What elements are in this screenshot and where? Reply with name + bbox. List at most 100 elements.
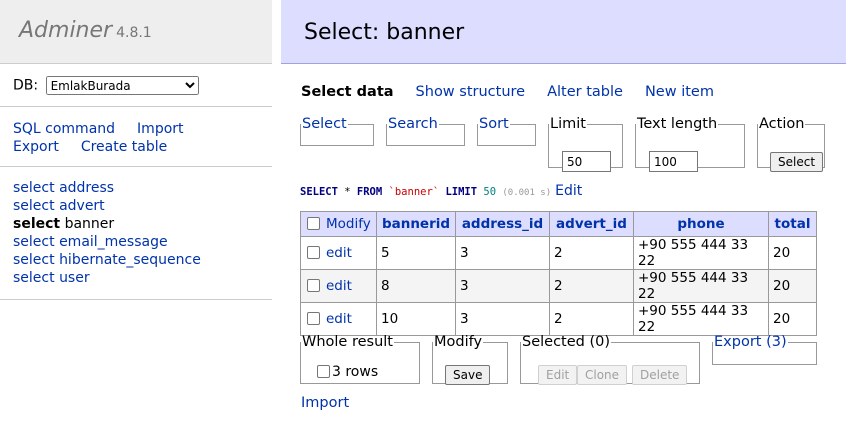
selected-fieldset: Selected (0) Edit Clone Delete (520, 334, 700, 385)
version-label: 4.8.1 (116, 25, 152, 41)
database-select[interactable]: EmlakBurada (45, 76, 199, 95)
cell-total: 20 (768, 236, 817, 270)
select-columns-link[interactable]: Select (302, 116, 347, 132)
table-name: user (59, 270, 90, 286)
modify-header: Modify (300, 211, 377, 237)
import-link[interactable]: Import (137, 121, 183, 137)
table-link-banner[interactable]: select banner (13, 215, 272, 233)
cell-bannerid: 5 (376, 236, 456, 270)
cell-advert-id: 2 (549, 236, 634, 270)
db-label: DB: (13, 77, 39, 94)
limit-input[interactable] (562, 151, 611, 172)
whole-result-checkbox[interactable] (317, 365, 330, 378)
column-link[interactable]: total (775, 216, 811, 232)
cell-total: 20 (768, 302, 817, 336)
table-link-email-message[interactable]: select email_message (13, 233, 272, 251)
modify-legend: Modify (434, 334, 483, 350)
create-table-link[interactable]: Create table (81, 139, 167, 155)
sql-keyword-limit: LIMIT (445, 186, 478, 198)
cell-phone: +90 555 444 33 22 (633, 269, 769, 303)
select-prefix: select (13, 216, 61, 232)
limit-fieldset: Limit (548, 116, 623, 172)
sort-legend: Sort (478, 116, 510, 132)
row-modify-cell: edit (300, 302, 377, 336)
column-header-phone[interactable]: phone (633, 211, 769, 237)
row-checkbox[interactable] (307, 279, 320, 292)
tab-select-data[interactable]: Select data (301, 84, 394, 100)
row-checkbox[interactable] (307, 246, 320, 259)
cell-address-id: 3 (455, 269, 550, 303)
table-row: edit 8 3 2 +90 555 444 33 22 20 (300, 269, 817, 303)
table-name: banner (64, 216, 115, 232)
sql-query: SELECT * FROM `banner` LIMIT 50 (0.001 s… (300, 183, 582, 199)
tab-alter-table[interactable]: Alter table (547, 84, 623, 100)
table-link-advert[interactable]: select advert (13, 197, 272, 215)
edit-selected-button[interactable]: Edit (538, 365, 578, 385)
text-length-fieldset: Text length (635, 116, 745, 172)
cell-phone: +90 555 444 33 22 (633, 236, 769, 270)
column-header-bannerid[interactable]: bannerid (376, 211, 456, 237)
table-name: advert (59, 198, 105, 214)
whole-result-legend: Whole result (302, 334, 393, 350)
table-link-hibernate-sequence[interactable]: select hibernate_sequence (13, 251, 272, 269)
import-data-link[interactable]: Import (301, 395, 349, 411)
text-length-legend: Text length (637, 116, 718, 132)
results-table: Modify bannerid address_id advert_id pho… (300, 211, 817, 336)
select-legend: Select (301, 116, 348, 132)
row-modify-cell: edit (300, 269, 377, 303)
text-length-input[interactable] (649, 151, 698, 172)
table-row: edit 5 3 2 +90 555 444 33 22 20 (300, 236, 817, 270)
cell-address-id: 3 (455, 302, 550, 336)
row-edit-link[interactable]: edit (326, 278, 352, 294)
export-link[interactable]: Export (13, 139, 59, 155)
main-content: Select: banner Select data Show structure… (281, 0, 846, 411)
select-all-checkbox[interactable] (307, 217, 320, 230)
rows-count-label: 3 rows (332, 364, 379, 380)
delete-selected-button[interactable]: Delete (632, 365, 688, 385)
select-prefix: select (13, 270, 55, 286)
page-title: Select: banner (281, 0, 846, 64)
search-fieldset: Search (386, 116, 465, 146)
export-results-link[interactable]: Export (3) (714, 334, 787, 350)
modify-fieldset: Modify Save (432, 334, 508, 385)
row-checkbox[interactable] (307, 312, 320, 325)
column-header-advert-id[interactable]: advert_id (549, 211, 634, 237)
select-prefix: select (13, 234, 55, 250)
table-tabs: Select data Show structure Alter table New … (301, 84, 736, 100)
column-header-address-id[interactable]: address_id (455, 211, 550, 237)
select-button[interactable]: Select (770, 152, 824, 172)
table-name: address (59, 180, 115, 196)
cell-advert-id: 2 (549, 269, 634, 303)
brand-link[interactable]: Adminer (19, 18, 112, 43)
search-link[interactable]: Search (388, 116, 438, 132)
whole-result-option[interactable]: 3 rows (317, 364, 378, 380)
column-link[interactable]: advert_id (556, 216, 627, 232)
database-selector-row: DB: EmlakBurada (0, 64, 272, 107)
column-link[interactable]: address_id (462, 216, 543, 232)
search-legend: Search (387, 116, 439, 132)
modify-header-link[interactable]: Modify (326, 216, 371, 232)
sort-link[interactable]: Sort (479, 116, 509, 132)
table-header-row: Modify bannerid address_id advert_id pho… (300, 211, 817, 237)
table-link-address[interactable]: select address (13, 179, 272, 197)
row-edit-link[interactable]: edit (326, 245, 352, 261)
sql-command-link[interactable]: SQL command (13, 121, 115, 137)
select-prefix: select (13, 252, 55, 268)
sql-keyword-select: SELECT (300, 186, 338, 198)
select-prefix: select (13, 180, 55, 196)
tab-show-structure[interactable]: Show structure (416, 84, 526, 100)
column-header-total[interactable]: total (768, 211, 817, 237)
column-link[interactable]: bannerid (382, 216, 450, 232)
cell-advert-id: 2 (549, 302, 634, 336)
save-button[interactable]: Save (445, 365, 491, 385)
whole-result-fieldset: Whole result 3 rows (300, 334, 420, 384)
edit-query-link[interactable]: Edit (555, 183, 582, 199)
tab-new-item[interactable]: New item (645, 84, 714, 100)
table-link-user[interactable]: select user (13, 269, 272, 287)
clone-selected-button[interactable]: Clone (577, 365, 628, 385)
column-link[interactable]: phone (677, 216, 724, 232)
row-edit-link[interactable]: edit (326, 311, 352, 327)
table-name: hibernate_sequence (59, 252, 201, 268)
limit-legend: Limit (550, 116, 586, 132)
menu-links: SQL command Import Export Create table (0, 107, 272, 167)
